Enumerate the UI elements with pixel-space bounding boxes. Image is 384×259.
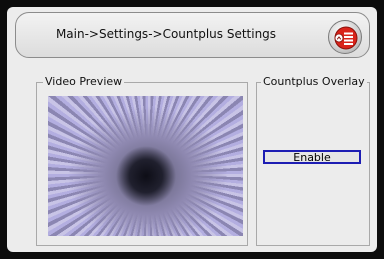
- video-preview-label: Video Preview: [43, 75, 125, 89]
- countplus-overlay-group: Countplus Overlay: [256, 75, 370, 246]
- countplus-overlay-label: Countplus Overlay: [261, 75, 367, 89]
- menu-button[interactable]: [328, 20, 362, 54]
- title-bar: Main->Settings->Countplus Settings: [15, 12, 370, 58]
- enable-button[interactable]: Enable: [263, 150, 361, 164]
- breadcrumb: Main->Settings->Countplus Settings: [55, 27, 277, 41]
- device-frame: Main->Settings->Countplus Settings Video…: [0, 0, 384, 259]
- video-preview-image: [48, 96, 243, 236]
